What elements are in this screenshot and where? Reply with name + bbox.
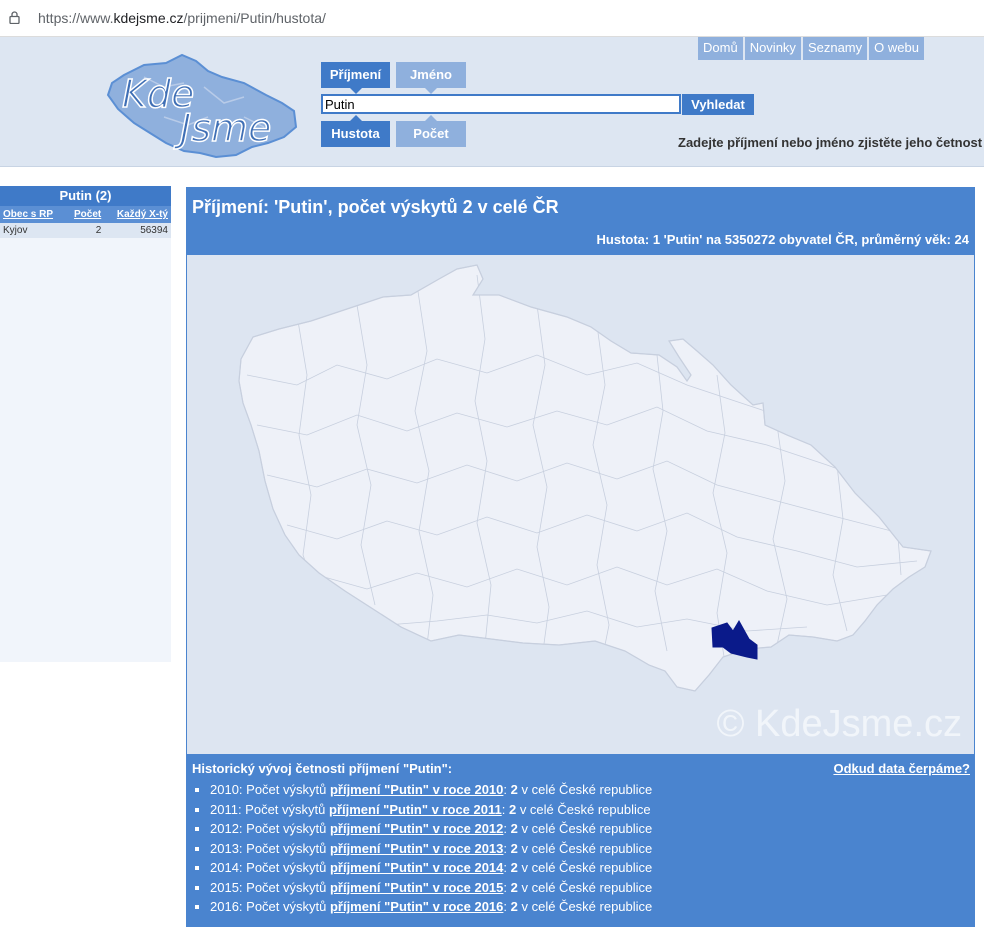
history-section: Historický vývoj četnosti příjmení "Puti…	[192, 761, 970, 917]
search-button[interactable]: Vyhledat	[682, 94, 754, 115]
page-title: Příjmení: 'Putin', počet výskytů 2 v cel…	[192, 197, 559, 217]
results-sidebar: Putin (2) Obec s RP Počet Každý X-tý Kyj…	[0, 186, 171, 662]
history-count: 2	[510, 899, 518, 914]
nav-about[interactable]: O webu	[869, 37, 924, 60]
list-item: 2016: Počet výskytů příjmení "Putin" v r…	[210, 897, 970, 917]
tab-surname-label: Příjmení	[329, 67, 382, 82]
history-link[interactable]: příjmení "Putin" v roce 2010	[330, 782, 503, 797]
history-prefix: 2012: Počet výskytů	[210, 821, 330, 836]
sidebar-title: Putin (2)	[0, 186, 171, 206]
history-link[interactable]: příjmení "Putin" v roce 2011	[329, 802, 502, 817]
tab-surname[interactable]: Příjmení	[321, 62, 390, 94]
history-count: 2	[510, 782, 518, 797]
history-link[interactable]: příjmení "Putin" v roce 2015	[330, 880, 503, 895]
history-suffix: v celé České republice	[517, 782, 653, 797]
nav-home[interactable]: Domů	[698, 37, 743, 60]
history-link[interactable]: příjmení "Putin" v roce 2013	[330, 841, 503, 856]
url-text[interactable]: https://www.kdejsme.cz/prijmeni/Putin/hu…	[38, 10, 326, 26]
history-suffix: v celé České republice	[517, 879, 653, 895]
tab-density-label: Hustota	[331, 126, 380, 141]
list-item: 2014: Počet výskytů příjmení "Putin" v r…	[210, 858, 970, 878]
history-colon: :	[503, 899, 511, 914]
history-suffix: v celé České republice	[517, 860, 653, 875]
nav-lists[interactable]: Seznamy	[802, 37, 868, 60]
history-link[interactable]: příjmení "Putin" v roce 2014	[330, 860, 503, 875]
tab-first-name-label: Jméno	[410, 67, 452, 82]
list-item: 2012: Počet výskytů příjmení "Putin" v r…	[210, 819, 970, 839]
history-suffix: v celé České republice	[517, 821, 653, 836]
tab-count-label: Počet	[413, 126, 449, 141]
history-link[interactable]: příjmení "Putin" v roce 2016	[330, 899, 503, 914]
cell-town: Kyjov	[0, 223, 66, 238]
history-prefix: 2014: Počet výskytů	[210, 860, 330, 875]
lock-icon	[9, 11, 20, 24]
history-colon: :	[501, 801, 509, 817]
nav-news[interactable]: Novinky	[744, 37, 801, 60]
history-suffix: v celé České republice	[517, 840, 653, 856]
history-colon: :	[503, 879, 511, 895]
history-suffix: v celé České republice	[516, 801, 651, 817]
history-prefix: 2013: Počet výskytů	[210, 840, 330, 856]
history-prefix: 2010: Počet výskytů	[210, 782, 330, 797]
history-colon: :	[503, 840, 511, 856]
site-header: Kde Jsme Domů Novinky Seznamy O webu Pří…	[0, 37, 984, 167]
history-colon: :	[503, 860, 511, 875]
search-hint: Zadejte příjmení nebo jméno zjistěte jeh…	[678, 135, 983, 150]
history-count: 2	[510, 821, 518, 836]
history-prefix: 2011: Počet výskytů	[210, 801, 329, 817]
logo-text-jsme: Jsme	[173, 106, 271, 150]
cell-every: 56394	[104, 223, 171, 238]
czech-map-logo-icon: Kde Jsme	[106, 53, 298, 159]
density-map: © KdeJsme.cz	[187, 255, 974, 754]
history-list: 2010: Počet výskytů příjmení "Putin" v r…	[192, 780, 970, 917]
column-town[interactable]: Obec s RP	[0, 206, 66, 223]
history-count: 2	[510, 860, 518, 875]
site-logo[interactable]: Kde Jsme	[104, 47, 300, 162]
town-table: Obec s RP Počet Každý X-tý Kyjov 2 56394	[0, 206, 171, 238]
url-host: kdejsme.cz	[113, 10, 184, 26]
density-summary: Hustota: 1 'Putin' na 5350272 obyvatel Č…	[596, 232, 969, 247]
czech-republic-map	[238, 264, 932, 692]
history-prefix: 2016: Počet výskytů	[210, 899, 330, 914]
history-link[interactable]: příjmení "Putin" v roce 2012	[330, 821, 503, 836]
list-item: 2010: Počet výskytů příjmení "Putin" v r…	[210, 780, 970, 800]
tab-count[interactable]: Počet	[396, 115, 466, 147]
tab-density[interactable]: Hustota	[321, 115, 390, 147]
column-every[interactable]: Každý X-tý	[104, 206, 171, 223]
history-colon: :	[503, 782, 511, 797]
table-row[interactable]: Kyjov 2 56394	[0, 223, 171, 238]
history-count: 2	[510, 879, 518, 895]
list-item: 2013: Počet výskytů příjmení "Putin" v r…	[210, 839, 970, 859]
list-item: 2015: Počet výskytů příjmení "Putin" v r…	[210, 878, 970, 898]
browser-url-bar[interactable]: https://www.kdejsme.cz/prijmeni/Putin/hu…	[0, 0, 984, 37]
data-source-link[interactable]: Odkud data čerpáme?	[833, 761, 970, 776]
column-count[interactable]: Počet	[65, 206, 105, 223]
history-count: 2	[510, 840, 518, 856]
list-item: 2011: Počet výskytů příjmení "Putin" v r…	[210, 800, 970, 820]
history-colon: :	[503, 821, 511, 836]
tab-first-name[interactable]: Jméno	[396, 62, 466, 94]
url-prefix: https://www.	[38, 10, 114, 26]
main-panel: Příjmení: 'Putin', počet výskytů 2 v cel…	[186, 187, 975, 927]
url-path: /prijmeni/Putin/hustota/	[183, 10, 326, 26]
top-navigation: Domů Novinky Seznamy O webu	[698, 37, 924, 60]
search-input[interactable]	[321, 94, 681, 114]
history-suffix: v celé České republice	[517, 899, 653, 914]
history-prefix: 2015: Počet výskytů	[210, 879, 330, 895]
map-watermark: © KdeJsme.cz	[716, 703, 962, 745]
cell-count: 2	[65, 223, 105, 238]
